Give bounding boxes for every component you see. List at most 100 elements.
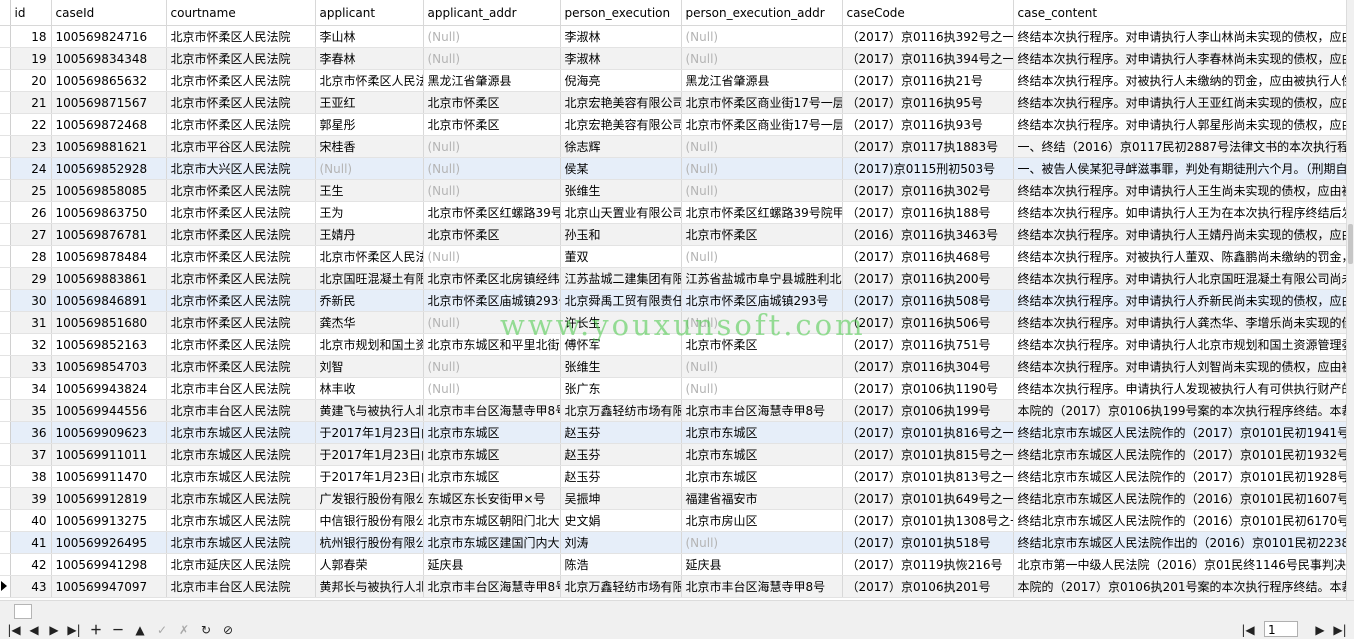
row-indicator[interactable] bbox=[0, 47, 11, 70]
cell-person-execution[interactable]: 赵玉芬 bbox=[560, 421, 682, 444]
cell-caseid[interactable]: 100569876781 bbox=[51, 223, 167, 246]
cell-applicant-addr[interactable]: 东城区东长安街甲×号 bbox=[423, 487, 561, 510]
cell-courtname[interactable]: 北京市平谷区人民法院 bbox=[166, 135, 316, 158]
cell-person-execution[interactable]: 赵玉芬 bbox=[560, 465, 682, 488]
cell-id[interactable]: 28 bbox=[10, 245, 52, 268]
cell-person-execution-addr[interactable]: 北京市怀柔区商业街17号一层 bbox=[681, 91, 843, 114]
table-row[interactable]: 37 100569911011 北京市东城区人民法院 于2017年1月23日向 北京市东… bbox=[0, 443, 1348, 466]
cell-person-execution-addr[interactable]: (Null) bbox=[681, 355, 843, 378]
first-page-icon[interactable]: |◀ bbox=[1240, 622, 1256, 637]
cell-case-content[interactable]: 终结本次执行程序。对申请执行人李春林尚未实现的债权，应由 bbox=[1013, 47, 1348, 70]
cell-caseid[interactable]: 100569872468 bbox=[51, 113, 167, 136]
cell-caseid[interactable]: 100569947097 bbox=[51, 575, 167, 598]
cell-person-execution[interactable]: 董双 bbox=[560, 245, 682, 268]
cell-person-execution-addr[interactable]: (Null) bbox=[681, 47, 843, 70]
cell-applicant[interactable]: 中信银行股份有限公 bbox=[315, 509, 424, 532]
cell-applicant[interactable]: 黄邦长与被执行人北 bbox=[315, 575, 424, 598]
cell-caseid[interactable]: 100569911470 bbox=[51, 465, 167, 488]
cell-applicant[interactable]: 龚杰华 bbox=[315, 311, 424, 334]
cell-applicant[interactable]: 林丰收 bbox=[315, 377, 424, 400]
cell-courtname[interactable]: 北京市东城区人民法院 bbox=[166, 509, 316, 532]
cell-case-content[interactable]: 本院的（2017）京0106执201号案的本次执行程序终结。本裁 bbox=[1013, 575, 1348, 598]
cell-person-execution[interactable]: 北京山天置业有限公司 bbox=[560, 201, 682, 224]
cell-id[interactable]: 39 bbox=[10, 487, 52, 510]
cell-applicant-addr[interactable]: 北京市东城区 bbox=[423, 465, 561, 488]
cell-person-execution-addr[interactable]: (Null) bbox=[681, 25, 843, 48]
cell-applicant-addr[interactable]: 北京市怀柔区北房镇经纬 bbox=[423, 267, 561, 290]
cell-applicant-addr[interactable]: 北京市怀柔区 bbox=[423, 223, 561, 246]
cell-person-execution[interactable]: 赵玉芬 bbox=[560, 443, 682, 466]
row-indicator[interactable] bbox=[0, 355, 11, 378]
cell-person-execution-addr[interactable]: 北京市东城区 bbox=[681, 443, 843, 466]
cell-id[interactable]: 43 bbox=[10, 575, 52, 598]
cell-applicant-addr[interactable]: 黑龙江省肇源县 bbox=[423, 69, 561, 92]
cell-person-execution-addr[interactable]: (Null) bbox=[681, 311, 843, 334]
cell-caseid[interactable]: 100569852928 bbox=[51, 157, 167, 180]
row-indicator[interactable] bbox=[0, 333, 11, 356]
cell-person-execution[interactable]: 陈浩 bbox=[560, 553, 682, 576]
cell-case-content[interactable]: 终结北京市东城区人民法院作出的（2016）京0101民初2238号 bbox=[1013, 531, 1348, 554]
column-header-applicant-addr[interactable]: applicant_addr bbox=[423, 0, 561, 26]
cell-casecode[interactable]: （2017）京0116执188号 bbox=[842, 201, 1014, 224]
cell-case-content[interactable]: 终结本次执行程序。如申请执行人王为在本次执行程序终结后发 bbox=[1013, 201, 1348, 224]
cell-id[interactable]: 38 bbox=[10, 465, 52, 488]
cell-casecode[interactable]: （2017）京0116执95号 bbox=[842, 91, 1014, 114]
cell-caseid[interactable]: 100569824716 bbox=[51, 25, 167, 48]
cell-person-execution[interactable]: 侯某 bbox=[560, 157, 682, 180]
cell-applicant-addr[interactable]: 北京市怀柔区 bbox=[423, 91, 561, 114]
row-indicator[interactable] bbox=[0, 487, 11, 510]
next-page-icon[interactable]: ▶ bbox=[1312, 622, 1328, 637]
cell-applicant-addr[interactable]: 延庆县 bbox=[423, 553, 561, 576]
row-indicator[interactable] bbox=[0, 443, 11, 466]
cell-caseid[interactable]: 100569846891 bbox=[51, 289, 167, 312]
cell-applicant-addr[interactable]: 北京市东城区和平里北街 bbox=[423, 333, 561, 356]
table-row[interactable]: 41 100569926495 北京市东城区人民法院 杭州银行股份有限公 北京市东城区建… bbox=[0, 531, 1348, 554]
cell-person-execution[interactable]: 吴振坤 bbox=[560, 487, 682, 510]
cell-case-content[interactable]: 终结本次执行程序。对申请执行人刘智尚未实现的债权，应由被 bbox=[1013, 355, 1348, 378]
cell-applicant-addr[interactable]: 北京市东城区 bbox=[423, 443, 561, 466]
cell-applicant[interactable]: 王婧丹 bbox=[315, 223, 424, 246]
row-indicator[interactable] bbox=[0, 113, 11, 136]
cell-applicant-addr[interactable]: 北京市丰台区海慧寺甲8号 bbox=[423, 399, 561, 422]
cell-casecode[interactable]: （2017）京0101执813号之一 bbox=[842, 465, 1014, 488]
delete-record-icon[interactable]: － bbox=[110, 622, 126, 637]
cell-applicant[interactable]: 李春林 bbox=[315, 47, 424, 70]
row-indicator[interactable] bbox=[0, 69, 11, 92]
cell-id[interactable]: 37 bbox=[10, 443, 52, 466]
cell-courtname[interactable]: 北京市怀柔区人民法院 bbox=[166, 333, 316, 356]
cell-person-execution-addr[interactable]: 北京市怀柔区商业街17号一层 bbox=[681, 113, 843, 136]
table-row[interactable]: 36 100569909623 北京市东城区人民法院 于2017年1月23日向 北京市东… bbox=[0, 421, 1348, 444]
cell-person-execution[interactable]: 李淑林 bbox=[560, 47, 682, 70]
cell-person-execution-addr[interactable]: (Null) bbox=[681, 377, 843, 400]
column-header-courtname[interactable]: courtname bbox=[166, 0, 316, 26]
cell-casecode[interactable]: （2017）京0116执506号 bbox=[842, 311, 1014, 334]
stop-icon[interactable]: ⊘ bbox=[220, 622, 236, 637]
cell-applicant-addr[interactable]: 北京市东城区朝阳门北大 bbox=[423, 509, 561, 532]
cell-caseid[interactable]: 100569911011 bbox=[51, 443, 167, 466]
first-record-icon[interactable]: |◀ bbox=[6, 622, 22, 637]
horizontal-scroll-thumb[interactable] bbox=[14, 604, 32, 619]
cell-applicant[interactable]: 北京国旺混凝土有限 bbox=[315, 267, 424, 290]
table-row[interactable]: 34 100569943824 北京市丰台区人民法院 林丰收 (Null) 张广东 (Nul… bbox=[0, 377, 1348, 400]
cell-courtname[interactable]: 北京市怀柔区人民法院 bbox=[166, 267, 316, 290]
cell-casecode[interactable]: （2017)京0115刑初503号 bbox=[842, 157, 1014, 180]
cell-applicant-addr[interactable]: 北京市东城区 bbox=[423, 421, 561, 444]
cell-applicant[interactable]: 王亚红 bbox=[315, 91, 424, 114]
row-indicator[interactable] bbox=[0, 377, 11, 400]
cell-courtname[interactable]: 北京市怀柔区人民法院 bbox=[166, 245, 316, 268]
cell-caseid[interactable]: 100569881621 bbox=[51, 135, 167, 158]
cell-person-execution-addr[interactable]: 江苏省盐城市阜宁县城胜利北 bbox=[681, 267, 843, 290]
cell-person-execution-addr[interactable]: (Null) bbox=[681, 179, 843, 202]
cell-applicant[interactable]: 杭州银行股份有限公 bbox=[315, 531, 424, 554]
row-indicator[interactable] bbox=[0, 575, 11, 598]
cell-case-content[interactable]: 终结本次执行程序。对申请执行人李山林尚未实现的债权，应由 bbox=[1013, 25, 1348, 48]
cell-applicant[interactable]: 宋桂香 bbox=[315, 135, 424, 158]
refresh-icon[interactable]: ↻ bbox=[198, 622, 214, 637]
cell-casecode[interactable]: （2017）京0101执816号之一 bbox=[842, 421, 1014, 444]
cell-casecode[interactable]: （2017）京0116执304号 bbox=[842, 355, 1014, 378]
cell-casecode[interactable]: （2017）京0116执394号之一 bbox=[842, 47, 1014, 70]
cell-case-content[interactable]: 终结本次执行程序。对申请执行人王婧丹尚未实现的债权，应由 bbox=[1013, 223, 1348, 246]
cell-person-execution-addr[interactable]: 延庆县 bbox=[681, 553, 843, 576]
cell-caseid[interactable]: 100569852163 bbox=[51, 333, 167, 356]
cell-applicant[interactable]: 于2017年1月23日向 bbox=[315, 421, 424, 444]
